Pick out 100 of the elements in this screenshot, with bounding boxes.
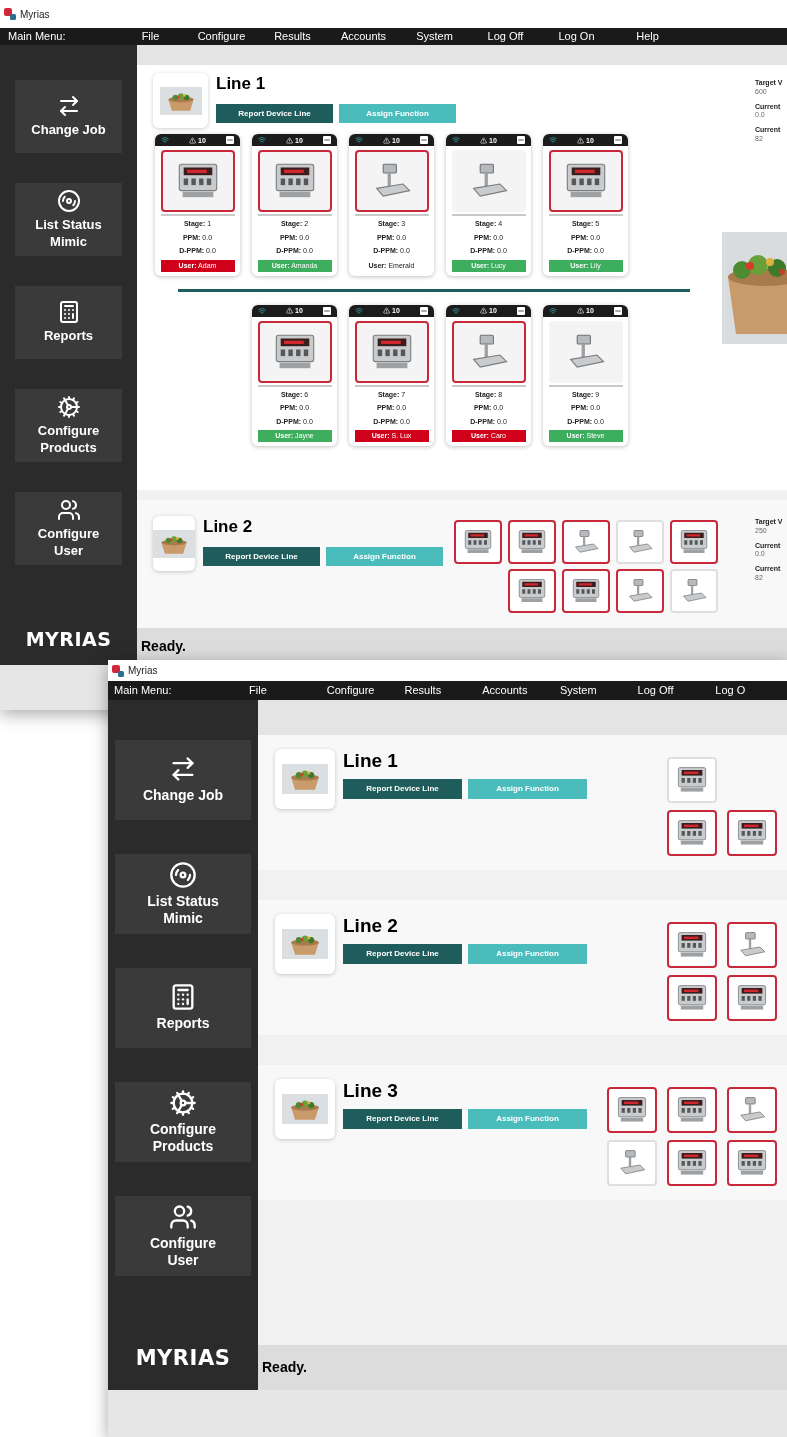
sidebar-item[interactable]: Configure Products xyxy=(15,389,122,462)
device-thumbnail[interactable] xyxy=(727,1140,777,1186)
report-device-line-button[interactable]: Report Device Line xyxy=(343,778,462,799)
gears-icon xyxy=(169,1088,197,1117)
line-title: Line 1 xyxy=(343,749,399,773)
device-thumbnail[interactable] xyxy=(667,975,717,1021)
report-device-line-button[interactable]: Report Device Line xyxy=(343,1108,462,1129)
warning-icon xyxy=(480,307,488,314)
menu-item[interactable]: Accounts xyxy=(328,28,399,45)
report-device-line-button[interactable]: Report Device Line xyxy=(343,943,462,964)
menu-item[interactable]: File xyxy=(115,28,186,45)
indicator-drawing xyxy=(736,1149,768,1177)
device-thumbnail[interactable] xyxy=(616,569,664,613)
device-thumbnail[interactable] xyxy=(727,975,777,1021)
sidebar-item[interactable]: Configure User xyxy=(15,492,122,565)
menu-item[interactable]: Results xyxy=(398,682,477,699)
minus-icon[interactable] xyxy=(614,306,622,315)
warning-icon xyxy=(577,307,585,314)
gears-icon xyxy=(56,395,81,420)
indicator-drawing xyxy=(616,1096,648,1124)
menu-item[interactable]: System xyxy=(399,28,470,45)
menu-item[interactable]: Log Off xyxy=(470,28,541,45)
sidebar-item[interactable]: Reports xyxy=(115,968,251,1048)
indicator-drawing xyxy=(463,529,493,555)
menu-item[interactable]: Log Off xyxy=(631,682,710,699)
wifi-icon xyxy=(452,306,460,315)
warning-icon xyxy=(383,136,391,144)
disc-icon xyxy=(56,189,81,214)
device-thumbnail[interactable] xyxy=(667,810,717,856)
indicator-drawing xyxy=(736,819,768,847)
report-device-line-button[interactable]: Report Device Line xyxy=(203,547,320,567)
warning-icon xyxy=(577,136,585,144)
device-thumbnail[interactable] xyxy=(727,810,777,856)
indicator-drawing xyxy=(676,819,708,847)
wifi-icon xyxy=(549,306,557,315)
menu-item[interactable]: Results xyxy=(257,28,328,45)
device-thumbnail[interactable] xyxy=(727,922,777,968)
report-device-line-button[interactable]: Report Device Line xyxy=(216,104,333,124)
line-title: Line 3 xyxy=(343,1079,399,1103)
indicator-drawing xyxy=(571,578,601,604)
sidebar-item[interactable]: Change Job xyxy=(15,80,122,153)
app-icon xyxy=(4,8,16,20)
sidebar-item[interactable]: Configure User xyxy=(115,1196,251,1276)
sidebar-item[interactable]: List Status Mimic xyxy=(115,854,251,934)
menu-item[interactable]: Help xyxy=(612,28,683,45)
device-thumbnail[interactable] xyxy=(607,1087,657,1133)
device-thumbnail[interactable] xyxy=(508,520,556,564)
menu-item[interactable]: Log On xyxy=(541,28,612,45)
device-thumbnail[interactable] xyxy=(670,520,718,564)
device-thumbnail[interactable] xyxy=(508,569,556,613)
minus-icon[interactable] xyxy=(517,306,525,315)
indicator-drawing xyxy=(676,984,708,1012)
menu-item[interactable]: System xyxy=(553,682,632,699)
status-text: Ready. xyxy=(141,637,186,656)
sidebar-item[interactable]: Reports xyxy=(15,286,122,359)
device-thumbnail[interactable] xyxy=(562,569,610,613)
sidebar-item[interactable]: Configure Products xyxy=(115,1082,251,1162)
indicator-drawing xyxy=(736,984,768,1012)
status-text: Ready. xyxy=(262,1358,307,1377)
sidebar-item[interactable]: List Status Mimic xyxy=(15,183,122,256)
window-title: Myrias xyxy=(128,664,158,678)
users-icon xyxy=(169,1202,197,1231)
menu-label: Main Menu: xyxy=(113,683,173,699)
wifi-icon xyxy=(258,306,266,315)
device-thumbnail[interactable] xyxy=(727,1087,777,1133)
device-thumbnail[interactable] xyxy=(562,520,610,564)
wifi-icon xyxy=(258,136,266,144)
indicator-drawing xyxy=(676,766,708,794)
minus-icon[interactable] xyxy=(323,306,331,315)
window-title: Myrias xyxy=(20,7,50,22)
warning-icon xyxy=(383,307,391,314)
warning-icon xyxy=(286,136,294,144)
menu-label: Main Menu: xyxy=(7,29,67,45)
warning-icon xyxy=(286,307,294,314)
warning-icon xyxy=(189,136,197,144)
indicator-drawing xyxy=(517,578,547,604)
line-title: Line 2 xyxy=(203,516,254,538)
menu-item[interactable]: Accounts xyxy=(476,682,554,699)
device-thumbnail[interactable] xyxy=(667,1140,717,1186)
device-thumbnail[interactable] xyxy=(667,1087,717,1133)
app-icon xyxy=(112,664,124,677)
wifi-icon xyxy=(452,136,460,144)
indicator-drawing xyxy=(679,529,709,555)
menu-item[interactable]: Configure xyxy=(320,682,399,699)
line-title: Line 2 xyxy=(343,914,399,938)
logo: MYRIAS xyxy=(134,1344,232,1372)
disc-icon xyxy=(169,860,197,889)
device-thumbnail[interactable] xyxy=(667,922,717,968)
wifi-icon xyxy=(355,136,363,144)
wifi-icon xyxy=(161,136,169,144)
menu-item[interactable]: File xyxy=(243,682,321,699)
sidebar-item[interactable]: Change Job xyxy=(115,740,251,820)
menu-item[interactable]: Log O xyxy=(709,682,787,699)
menu-item[interactable]: Configure xyxy=(186,28,257,45)
indicator-drawing xyxy=(676,931,708,959)
indicator-drawing xyxy=(676,1096,708,1124)
users-icon xyxy=(56,498,81,523)
device-thumbnail[interactable] xyxy=(454,520,502,564)
minus-icon[interactable] xyxy=(420,306,428,315)
line-title: Line 1 xyxy=(216,73,267,95)
